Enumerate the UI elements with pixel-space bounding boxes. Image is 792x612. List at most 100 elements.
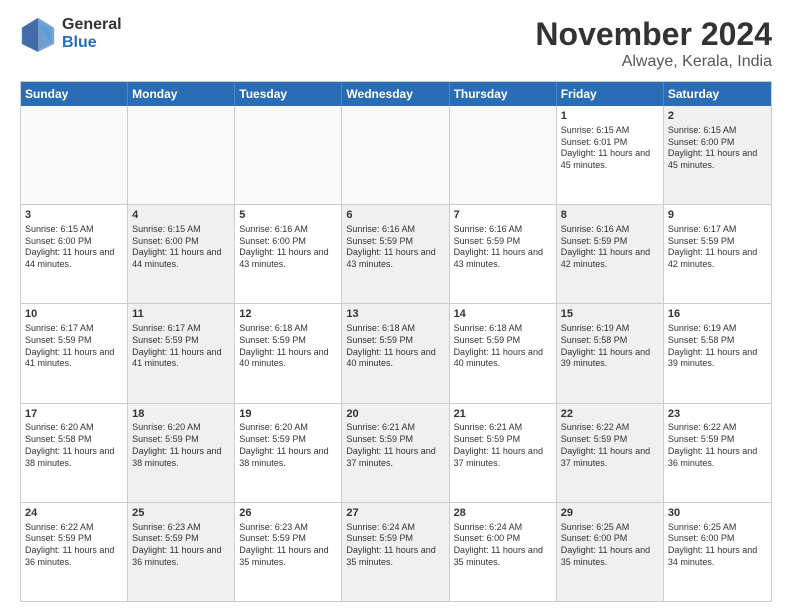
cal-cell-r0-c0 (21, 106, 128, 204)
cal-cell-r1-c1: 4Sunrise: 6:15 AM Sunset: 6:00 PM Daylig… (128, 205, 235, 303)
cal-cell-r1-c3: 6Sunrise: 6:16 AM Sunset: 5:59 PM Daylig… (342, 205, 449, 303)
day-num-9: 9 (668, 208, 767, 223)
cal-cell-r3-c0: 17Sunrise: 6:20 AM Sunset: 5:58 PM Dayli… (21, 404, 128, 502)
header-monday: Monday (128, 82, 235, 106)
cal-cell-r1-c5: 8Sunrise: 6:16 AM Sunset: 5:59 PM Daylig… (557, 205, 664, 303)
calendar-body: 1Sunrise: 6:15 AM Sunset: 6:01 PM Daylig… (21, 106, 771, 601)
cell-info-20: Sunrise: 6:21 AM Sunset: 5:59 PM Dayligh… (346, 422, 444, 469)
header-thursday: Thursday (450, 82, 557, 106)
cell-info-26: Sunrise: 6:23 AM Sunset: 5:59 PM Dayligh… (239, 522, 337, 569)
logo-icon (20, 16, 56, 52)
cal-cell-r2-c0: 10Sunrise: 6:17 AM Sunset: 5:59 PM Dayli… (21, 304, 128, 402)
cell-info-30: Sunrise: 6:25 AM Sunset: 6:00 PM Dayligh… (668, 522, 767, 569)
cell-info-28: Sunrise: 6:24 AM Sunset: 6:00 PM Dayligh… (454, 522, 552, 569)
header-friday: Friday (557, 82, 664, 106)
logo-blue-text: Blue (62, 34, 122, 52)
title-location: Alwaye, Kerala, India (535, 53, 772, 71)
logo: General Blue (20, 16, 122, 52)
cal-cell-r0-c2 (235, 106, 342, 204)
day-num-5: 5 (239, 208, 337, 223)
cal-cell-r0-c5: 1Sunrise: 6:15 AM Sunset: 6:01 PM Daylig… (557, 106, 664, 204)
cal-cell-r2-c4: 14Sunrise: 6:18 AM Sunset: 5:59 PM Dayli… (450, 304, 557, 402)
cell-info-10: Sunrise: 6:17 AM Sunset: 5:59 PM Dayligh… (25, 323, 123, 370)
cell-info-1: Sunrise: 6:15 AM Sunset: 6:01 PM Dayligh… (561, 125, 659, 172)
cal-cell-r1-c4: 7Sunrise: 6:16 AM Sunset: 5:59 PM Daylig… (450, 205, 557, 303)
logo-text: General Blue (62, 16, 122, 51)
day-num-11: 11 (132, 307, 230, 322)
cell-info-17: Sunrise: 6:20 AM Sunset: 5:58 PM Dayligh… (25, 422, 123, 469)
cell-info-11: Sunrise: 6:17 AM Sunset: 5:59 PM Dayligh… (132, 323, 230, 370)
day-num-10: 10 (25, 307, 123, 322)
day-num-14: 14 (454, 307, 552, 322)
cal-cell-r2-c6: 16Sunrise: 6:19 AM Sunset: 5:58 PM Dayli… (664, 304, 771, 402)
day-num-4: 4 (132, 208, 230, 223)
day-num-26: 26 (239, 506, 337, 521)
day-num-1: 1 (561, 109, 659, 124)
cal-row-4: 24Sunrise: 6:22 AM Sunset: 5:59 PM Dayli… (21, 502, 771, 601)
cell-info-14: Sunrise: 6:18 AM Sunset: 5:59 PM Dayligh… (454, 323, 552, 370)
cal-cell-r3-c6: 23Sunrise: 6:22 AM Sunset: 5:59 PM Dayli… (664, 404, 771, 502)
cal-cell-r2-c2: 12Sunrise: 6:18 AM Sunset: 5:59 PM Dayli… (235, 304, 342, 402)
day-num-19: 19 (239, 407, 337, 422)
cal-cell-r3-c4: 21Sunrise: 6:21 AM Sunset: 5:59 PM Dayli… (450, 404, 557, 502)
cell-info-23: Sunrise: 6:22 AM Sunset: 5:59 PM Dayligh… (668, 422, 767, 469)
calendar-header: Sunday Monday Tuesday Wednesday Thursday… (21, 82, 771, 106)
cell-info-15: Sunrise: 6:19 AM Sunset: 5:58 PM Dayligh… (561, 323, 659, 370)
cal-cell-r4-c1: 25Sunrise: 6:23 AM Sunset: 5:59 PM Dayli… (128, 503, 235, 601)
header-wednesday: Wednesday (342, 82, 449, 106)
cell-info-19: Sunrise: 6:20 AM Sunset: 5:59 PM Dayligh… (239, 422, 337, 469)
calendar: Sunday Monday Tuesday Wednesday Thursday… (20, 81, 772, 602)
cell-info-25: Sunrise: 6:23 AM Sunset: 5:59 PM Dayligh… (132, 522, 230, 569)
cal-cell-r0-c4 (450, 106, 557, 204)
cal-cell-r3-c1: 18Sunrise: 6:20 AM Sunset: 5:59 PM Dayli… (128, 404, 235, 502)
cal-cell-r4-c2: 26Sunrise: 6:23 AM Sunset: 5:59 PM Dayli… (235, 503, 342, 601)
cell-info-24: Sunrise: 6:22 AM Sunset: 5:59 PM Dayligh… (25, 522, 123, 569)
cal-row-1: 3Sunrise: 6:15 AM Sunset: 6:00 PM Daylig… (21, 204, 771, 303)
cal-cell-r1-c0: 3Sunrise: 6:15 AM Sunset: 6:00 PM Daylig… (21, 205, 128, 303)
cal-cell-r2-c5: 15Sunrise: 6:19 AM Sunset: 5:58 PM Dayli… (557, 304, 664, 402)
cal-cell-r0-c6: 2Sunrise: 6:15 AM Sunset: 6:00 PM Daylig… (664, 106, 771, 204)
cal-row-0: 1Sunrise: 6:15 AM Sunset: 6:01 PM Daylig… (21, 106, 771, 204)
page: General Blue November 2024 Alwaye, Keral… (0, 0, 792, 612)
day-num-2: 2 (668, 109, 767, 124)
cell-info-12: Sunrise: 6:18 AM Sunset: 5:59 PM Dayligh… (239, 323, 337, 370)
day-num-23: 23 (668, 407, 767, 422)
title-month: November 2024 (535, 16, 772, 53)
day-num-24: 24 (25, 506, 123, 521)
cal-cell-r4-c3: 27Sunrise: 6:24 AM Sunset: 5:59 PM Dayli… (342, 503, 449, 601)
cal-cell-r4-c5: 29Sunrise: 6:25 AM Sunset: 6:00 PM Dayli… (557, 503, 664, 601)
cal-cell-r3-c5: 22Sunrise: 6:22 AM Sunset: 5:59 PM Dayli… (557, 404, 664, 502)
cell-info-2: Sunrise: 6:15 AM Sunset: 6:00 PM Dayligh… (668, 125, 767, 172)
day-num-25: 25 (132, 506, 230, 521)
cell-info-8: Sunrise: 6:16 AM Sunset: 5:59 PM Dayligh… (561, 224, 659, 271)
header-saturday: Saturday (664, 82, 771, 106)
cell-info-6: Sunrise: 6:16 AM Sunset: 5:59 PM Dayligh… (346, 224, 444, 271)
cell-info-21: Sunrise: 6:21 AM Sunset: 5:59 PM Dayligh… (454, 422, 552, 469)
day-num-16: 16 (668, 307, 767, 322)
cal-cell-r1-c2: 5Sunrise: 6:16 AM Sunset: 6:00 PM Daylig… (235, 205, 342, 303)
cal-cell-r4-c0: 24Sunrise: 6:22 AM Sunset: 5:59 PM Dayli… (21, 503, 128, 601)
day-num-20: 20 (346, 407, 444, 422)
cell-info-7: Sunrise: 6:16 AM Sunset: 5:59 PM Dayligh… (454, 224, 552, 271)
cal-cell-r3-c3: 20Sunrise: 6:21 AM Sunset: 5:59 PM Dayli… (342, 404, 449, 502)
day-num-8: 8 (561, 208, 659, 223)
cell-info-22: Sunrise: 6:22 AM Sunset: 5:59 PM Dayligh… (561, 422, 659, 469)
day-num-17: 17 (25, 407, 123, 422)
cal-cell-r1-c6: 9Sunrise: 6:17 AM Sunset: 5:59 PM Daylig… (664, 205, 771, 303)
day-num-28: 28 (454, 506, 552, 521)
day-num-21: 21 (454, 407, 552, 422)
cal-cell-r3-c2: 19Sunrise: 6:20 AM Sunset: 5:59 PM Dayli… (235, 404, 342, 502)
cell-info-13: Sunrise: 6:18 AM Sunset: 5:59 PM Dayligh… (346, 323, 444, 370)
day-num-12: 12 (239, 307, 337, 322)
cell-info-4: Sunrise: 6:15 AM Sunset: 6:00 PM Dayligh… (132, 224, 230, 271)
cal-cell-r2-c3: 13Sunrise: 6:18 AM Sunset: 5:59 PM Dayli… (342, 304, 449, 402)
day-num-7: 7 (454, 208, 552, 223)
cal-cell-r4-c6: 30Sunrise: 6:25 AM Sunset: 6:00 PM Dayli… (664, 503, 771, 601)
day-num-18: 18 (132, 407, 230, 422)
cell-info-5: Sunrise: 6:16 AM Sunset: 6:00 PM Dayligh… (239, 224, 337, 271)
cal-row-3: 17Sunrise: 6:20 AM Sunset: 5:58 PM Dayli… (21, 403, 771, 502)
cell-info-16: Sunrise: 6:19 AM Sunset: 5:58 PM Dayligh… (668, 323, 767, 370)
day-num-6: 6 (346, 208, 444, 223)
day-num-27: 27 (346, 506, 444, 521)
title-block: November 2024 Alwaye, Kerala, India (535, 16, 772, 71)
